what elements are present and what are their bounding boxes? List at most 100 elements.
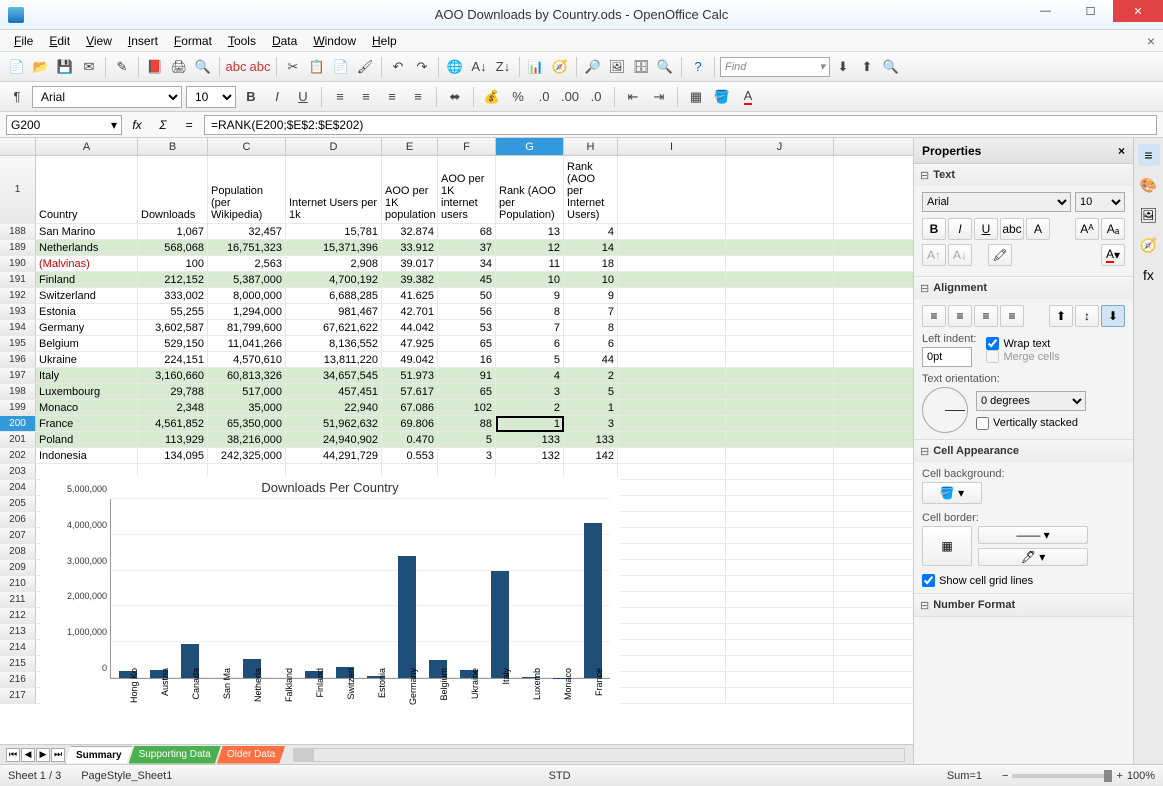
- cell[interactable]: [726, 272, 834, 287]
- cell[interactable]: 6: [564, 336, 618, 351]
- tab-summary[interactable]: Summary: [65, 746, 133, 764]
- cell[interactable]: 4,700,192: [286, 272, 382, 287]
- row-header[interactable]: 211: [0, 592, 36, 607]
- cell[interactable]: 49.042: [382, 352, 438, 367]
- row-header[interactable]: 198: [0, 384, 36, 399]
- del-decimal-icon[interactable]: .0: [585, 86, 607, 108]
- inc-indent-icon[interactable]: ⇥: [648, 86, 670, 108]
- cell[interactable]: [726, 224, 834, 239]
- cell[interactable]: 133: [496, 432, 564, 447]
- open-icon[interactable]: 📂: [30, 56, 52, 78]
- zoom-value[interactable]: 100%: [1127, 770, 1155, 782]
- cell[interactable]: 47.925: [382, 336, 438, 351]
- cell[interactable]: [726, 432, 834, 447]
- sidebar-italic-icon[interactable]: I: [948, 218, 972, 240]
- sum-display[interactable]: Sum=1: [947, 770, 982, 782]
- cell[interactable]: Rank (AOO per Population): [496, 156, 564, 223]
- cell[interactable]: (Malvinas): [36, 256, 138, 271]
- row-header[interactable]: 215: [0, 656, 36, 671]
- cell[interactable]: 9: [564, 288, 618, 303]
- cell[interactable]: [726, 544, 834, 559]
- tab-first-icon[interactable]: ⏮: [6, 748, 20, 762]
- page-style[interactable]: PageStyle_Sheet1: [81, 770, 172, 782]
- font-select[interactable]: Arial: [32, 86, 182, 108]
- cell[interactable]: [618, 608, 726, 623]
- indent-input[interactable]: [922, 347, 972, 367]
- cell[interactable]: 100: [138, 256, 208, 271]
- cell[interactable]: Germany: [36, 320, 138, 335]
- cell[interactable]: 3: [496, 384, 564, 399]
- row-header[interactable]: 210: [0, 576, 36, 591]
- cell[interactable]: 24,940,902: [286, 432, 382, 447]
- merge-icon[interactable]: ⬌: [444, 86, 466, 108]
- cell[interactable]: 22,940: [286, 400, 382, 415]
- save-icon[interactable]: 💾: [54, 56, 76, 78]
- tab-prev-icon[interactable]: ◀: [21, 748, 35, 762]
- row-header[interactable]: 199: [0, 400, 36, 415]
- cell[interactable]: [618, 576, 726, 591]
- cell[interactable]: 15,371,396: [286, 240, 382, 255]
- cell[interactable]: 224,151: [138, 352, 208, 367]
- hyperlink-icon[interactable]: 🌐: [444, 56, 466, 78]
- wrap-checkbox[interactable]: Wrap text: [986, 337, 1059, 350]
- cell[interactable]: [618, 352, 726, 367]
- cell[interactable]: 65: [438, 336, 496, 351]
- select-all-corner[interactable]: [0, 138, 36, 155]
- cell[interactable]: 32.874: [382, 224, 438, 239]
- gridlines-checkbox[interactable]: Show cell grid lines: [922, 574, 1125, 587]
- sidebar-sub-icon[interactable]: Aₐ: [1101, 218, 1125, 240]
- cell[interactable]: San Marino: [36, 224, 138, 239]
- cell[interactable]: Rank (AOO per Internet Users): [564, 156, 618, 223]
- cell[interactable]: [726, 656, 834, 671]
- cell[interactable]: 15,781: [286, 224, 382, 239]
- cell[interactable]: 50: [438, 288, 496, 303]
- align-right-icon[interactable]: ≡: [381, 86, 403, 108]
- paste-icon[interactable]: 📄: [330, 56, 352, 78]
- cell[interactable]: 457,451: [286, 384, 382, 399]
- cell[interactable]: Ukraine: [36, 352, 138, 367]
- italic-icon[interactable]: I: [266, 86, 288, 108]
- cell[interactable]: [618, 656, 726, 671]
- datasources-icon[interactable]: 🗄: [630, 56, 652, 78]
- sheet-indicator[interactable]: Sheet 1 / 3: [8, 770, 61, 782]
- menu-edit[interactable]: Edit: [41, 32, 78, 50]
- cell[interactable]: 242,325,000: [208, 448, 286, 463]
- cell[interactable]: [618, 560, 726, 575]
- tab-supporting-data[interactable]: Supporting Data: [129, 746, 221, 764]
- cell[interactable]: 57.617: [382, 384, 438, 399]
- cell[interactable]: [618, 288, 726, 303]
- row-header[interactable]: 201: [0, 432, 36, 447]
- col-header-F[interactable]: F: [438, 138, 496, 155]
- sidebar-grow-icon[interactable]: A↑: [922, 244, 946, 266]
- cell[interactable]: 113,929: [138, 432, 208, 447]
- row-header[interactable]: 189: [0, 240, 36, 255]
- row-header[interactable]: 206: [0, 512, 36, 527]
- tab-older-data[interactable]: Older Data: [217, 746, 285, 764]
- cell[interactable]: [726, 448, 834, 463]
- currency-icon[interactable]: 💰: [481, 86, 503, 108]
- cell[interactable]: 0.470: [382, 432, 438, 447]
- cell[interactable]: 1: [496, 416, 564, 431]
- cell[interactable]: 568,068: [138, 240, 208, 255]
- row-header[interactable]: 216: [0, 672, 36, 687]
- undo-icon[interactable]: ↶: [387, 56, 409, 78]
- cell[interactable]: 134,095: [138, 448, 208, 463]
- sidebar-font-select[interactable]: Arial: [922, 192, 1071, 212]
- font-size-select[interactable]: 10: [186, 86, 236, 108]
- menu-tools[interactable]: Tools: [220, 32, 264, 50]
- degrees-select[interactable]: 0 degrees: [976, 391, 1086, 411]
- sidebar-fontcolor-icon[interactable]: A▾: [1101, 244, 1125, 266]
- cell[interactable]: 10: [564, 272, 618, 287]
- copy-icon[interactable]: 📋: [306, 56, 328, 78]
- row-header[interactable]: 212: [0, 608, 36, 623]
- vstack-checkbox[interactable]: Vertically stacked: [976, 417, 1086, 430]
- cell[interactable]: 44: [564, 352, 618, 367]
- cell[interactable]: 212,152: [138, 272, 208, 287]
- cell[interactable]: [618, 480, 726, 495]
- cell[interactable]: 39.017: [382, 256, 438, 271]
- cell[interactable]: 133: [564, 432, 618, 447]
- cell[interactable]: 53: [438, 320, 496, 335]
- cell[interactable]: 37: [438, 240, 496, 255]
- sidebar-close-icon[interactable]: ×: [1118, 144, 1125, 158]
- col-header-G[interactable]: G: [496, 138, 564, 155]
